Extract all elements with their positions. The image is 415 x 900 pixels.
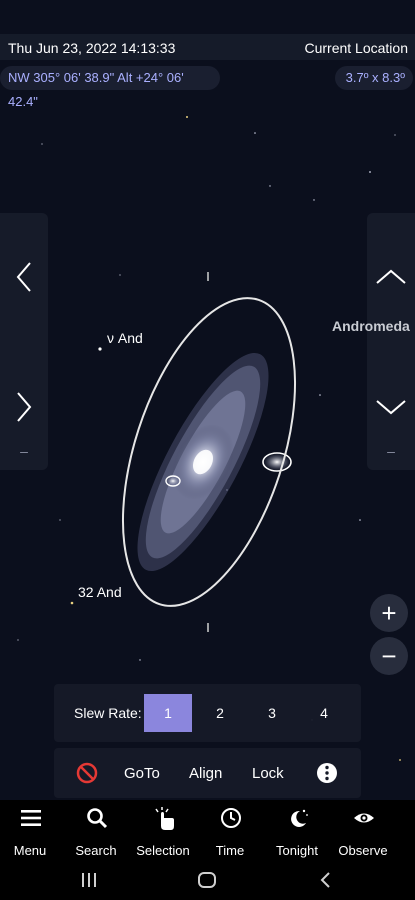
slew-rate-label: Slew Rate: — [74, 705, 142, 721]
nav-menu-label: Menu — [13, 843, 47, 858]
nav-time-label: Time — [215, 843, 245, 858]
satellite-galaxy-m110 — [262, 452, 292, 472]
nudge-left-button[interactable] — [0, 247, 48, 307]
selection-icon — [155, 807, 174, 830]
pointing-coordinates: NW 305° 06' 38.9" Alt +24° 06' 42.4" — [0, 66, 220, 109]
slew-rate-option-3[interactable]: 3 — [248, 694, 296, 732]
nav-search[interactable]: Search — [63, 800, 129, 862]
moon-stars-icon — [291, 809, 308, 827]
right-nudge-panel: – — [367, 213, 415, 470]
datetime-label: Thu Jun 23, 2022 14:13:33 — [8, 40, 176, 56]
nudge-down-button[interactable] — [367, 377, 415, 437]
nav-time[interactable]: Time — [197, 800, 263, 862]
chevron-right-icon — [17, 392, 32, 422]
constellation-label: Andromeda — [332, 318, 410, 334]
system-navigation-bar — [0, 862, 415, 900]
nav-observe[interactable]: Observe — [330, 800, 396, 862]
nav-menu[interactable]: Menu — [0, 800, 63, 862]
nav-selection[interactable]: Selection — [130, 800, 196, 862]
nav-tonight[interactable]: Tonight — [264, 800, 330, 862]
right-panel-dash: – — [387, 443, 395, 459]
star-label-32-and[interactable]: 32 And — [78, 584, 122, 600]
chevron-down-icon — [376, 400, 406, 415]
location-label[interactable]: Current Location — [304, 40, 408, 56]
slew-rate-option-2[interactable]: 2 — [196, 694, 244, 732]
status-bar: Thu Jun 23, 2022 14:13:33 Current Locati… — [0, 34, 415, 60]
home-icon[interactable] — [197, 870, 217, 890]
more-options-icon[interactable] — [316, 762, 338, 784]
search-icon — [87, 808, 108, 829]
back-icon[interactable] — [316, 870, 336, 890]
satellite-galaxy-m32 — [165, 475, 181, 487]
star-label-nu-and[interactable]: ν And — [107, 330, 143, 346]
chevron-left-icon — [16, 262, 31, 292]
clock-icon — [221, 808, 241, 828]
recent-apps-icon[interactable] — [79, 870, 99, 890]
nav-selection-label: Selection — [136, 843, 190, 858]
bottom-navigation: Menu Search Selection Time Tonight Obser… — [0, 800, 415, 862]
nav-search-label: Search — [75, 843, 117, 858]
lock-button[interactable]: Lock — [252, 765, 284, 782]
nudge-up-button[interactable] — [367, 247, 415, 307]
field-of-view: 3.7º x 8.3º — [335, 66, 413, 90]
nav-tonight-label: Tonight — [276, 843, 318, 858]
zoom-in-button[interactable]: + — [370, 594, 408, 632]
align-button[interactable]: Align — [189, 765, 222, 782]
left-panel-dash: – — [20, 443, 28, 459]
eye-icon — [354, 813, 374, 823]
left-nudge-panel: – — [0, 213, 48, 470]
nudge-right-button[interactable] — [0, 377, 48, 437]
nav-observe-label: Observe — [338, 843, 388, 858]
zoom-out-button[interactable]: − — [370, 637, 408, 675]
slew-rate-option-4[interactable]: 4 — [300, 694, 348, 732]
menu-icon — [21, 810, 41, 826]
chevron-up-icon — [376, 269, 406, 284]
slew-rate-bar: Slew Rate: 1 2 3 4 — [54, 684, 361, 742]
telescope-action-bar: GoTo Align Lock — [54, 748, 361, 798]
slew-rate-option-1[interactable]: 1 — [144, 694, 192, 732]
goto-button[interactable]: GoTo — [124, 765, 160, 782]
stop-icon[interactable] — [76, 762, 98, 784]
